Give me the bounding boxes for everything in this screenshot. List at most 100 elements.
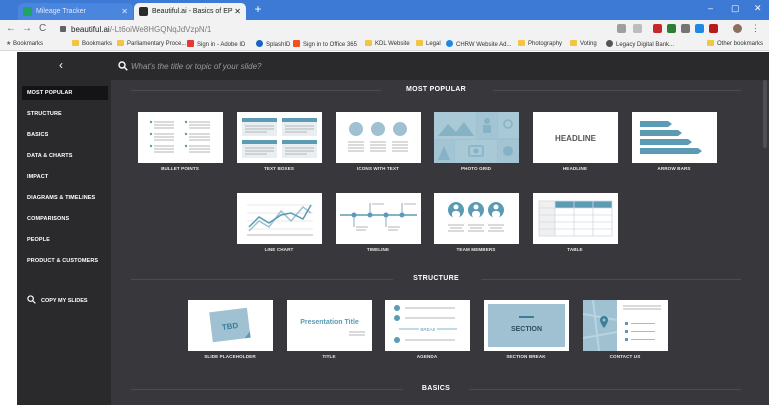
card-label-line-chart: LINE CHART <box>264 247 294 252</box>
bookmark-item[interactable]: Voting <box>570 40 597 49</box>
forward-icon[interactable]: → <box>22 23 32 35</box>
bookmark-item[interactable]: Other bookmarks <box>707 40 763 49</box>
maximize-icon[interactable]: ▢ <box>731 3 740 14</box>
bookmark-item[interactable]: Legal <box>416 40 441 49</box>
lock-icon <box>60 26 66 32</box>
bookmark-item[interactable]: CHRW Website Ad... <box>446 40 511 50</box>
title-thumbnail: Presentation Title <box>300 319 365 336</box>
svg-text:Presentation Title: Presentation Title <box>300 319 359 326</box>
bookmark-item[interactable]: Legacy Digital Bank... <box>606 40 674 50</box>
template-card-arrow-bars[interactable] <box>632 112 717 163</box>
card-label-table: TABLE <box>567 247 583 252</box>
search-input[interactable] <box>131 58 531 74</box>
card-label-arrow-bars: ARROW BARS <box>657 166 691 171</box>
category-product-customers[interactable]: PRODUCT & CUSTOMERS <box>22 254 108 268</box>
template-card-team-members[interactable] <box>434 193 519 244</box>
template-card-section-break[interactable]: SECTION <box>484 300 569 351</box>
category-impact[interactable]: IMPACT <box>22 170 108 184</box>
tab-title: Beautiful.ai - Basics of EP <box>152 8 233 15</box>
template-card-line-chart[interactable] <box>237 193 322 244</box>
extension-icon[interactable] <box>681 24 690 33</box>
icons-with-text-thumbnail <box>348 122 408 152</box>
card-label-team-members: TEAM MEMBERS <box>456 247 496 252</box>
card-label-icons-with-text: ICONS WITH TEXT <box>356 166 400 171</box>
template-card-photo-grid[interactable] <box>434 112 519 163</box>
card-label-text-boxes: TEXT BOXES <box>263 166 295 171</box>
category-data-charts[interactable]: DATA & CHARTS <box>22 149 108 163</box>
team-members-thumbnail <box>448 202 504 232</box>
back-icon[interactable]: ← <box>6 23 16 35</box>
extension-icon[interactable] <box>667 24 676 33</box>
copy-my-slides-label: COPY MY SLIDES <box>41 298 88 304</box>
contact-us-thumbnail <box>583 300 661 351</box>
template-card-icons-with-text[interactable] <box>336 112 421 163</box>
extension-icon[interactable] <box>695 24 704 33</box>
url-field[interactable]: beautiful.ai/-Lt6oiWe8HGQNqJdVzpN/1 <box>60 23 620 36</box>
bookmark-item[interactable]: SplashID <box>256 40 290 50</box>
category-structure[interactable]: STRUCTURE <box>22 107 108 121</box>
scrollbar[interactable] <box>763 80 767 148</box>
template-card-agenda[interactable]: BREAK <box>385 300 470 351</box>
category-comparisons[interactable]: COMPARISONS <box>22 212 108 226</box>
section-header-structure: STRUCTURE <box>131 274 741 284</box>
card-label-agenda: AGENDA <box>416 354 438 359</box>
star-icon[interactable] <box>633 24 642 33</box>
template-card-title[interactable]: Presentation Title <box>287 300 372 351</box>
back-chevron-icon[interactable]: ‹ <box>59 59 63 71</box>
tab-favicon <box>23 7 32 16</box>
tab-close-icon[interactable]: ✕ <box>234 3 241 20</box>
menu-icon[interactable]: ⋮ <box>751 24 760 33</box>
section-title: MOST POPULAR <box>406 86 466 93</box>
section-title: STRUCTURE <box>413 275 459 282</box>
bookmark-item[interactable]: Sign in - Adobe ID <box>187 40 245 50</box>
extension-icon[interactable] <box>617 24 626 33</box>
bookmark-item[interactable]: Photography <box>518 40 562 49</box>
template-gallery: MOST POPULAR BULLET POINTS TEXT BOXES IC… <box>111 80 769 405</box>
card-label-contact-us: CONTACT US <box>609 354 641 359</box>
template-card-bullet-points[interactable] <box>138 112 223 163</box>
template-card-headline[interactable]: HEADLINE <box>533 112 618 163</box>
template-card-contact-us[interactable] <box>583 300 668 351</box>
tab-title: Mileage Tracker <box>36 8 86 15</box>
extension-icon[interactable] <box>653 24 662 33</box>
section-header-basics: BASICS <box>131 384 741 394</box>
svg-text:BREAK: BREAK <box>420 327 435 332</box>
card-label-headline: HEADLINE <box>562 166 588 171</box>
bookmarks-bar: ★ Bookmarks Bookmarks Parliamentary Proc… <box>0 38 769 51</box>
category-basics[interactable]: BASICS <box>22 128 108 142</box>
category-list: MOST POPULAR STRUCTURE BASICS DATA & CHA… <box>22 86 108 275</box>
address-bar: ← → C beautiful.ai/-Lt6oiWe8HGQNqJdVzpN/… <box>0 20 769 38</box>
minimize-icon[interactable]: – <box>708 3 713 13</box>
table-thumbnail <box>538 200 613 237</box>
bookmarks-star[interactable]: ★ Bookmarks <box>6 40 43 49</box>
template-card-text-boxes[interactable] <box>237 112 322 163</box>
browser-tab-active[interactable]: Beautiful.ai - Basics of EP ✕ <box>134 3 246 20</box>
bookmark-item[interactable]: KDL Website <box>365 40 410 49</box>
new-tab-icon[interactable]: + <box>252 3 264 15</box>
tab-close-icon[interactable]: ✕ <box>121 3 128 20</box>
slide-placeholder-thumbnail: TBD <box>209 307 251 343</box>
agenda-thumbnail: BREAK <box>394 305 457 343</box>
copy-my-slides-link[interactable]: COPY MY SLIDES <box>27 295 88 304</box>
category-people[interactable]: PEOPLE <box>22 233 108 247</box>
extension-icon[interactable] <box>709 24 718 33</box>
arrow-bars-thumbnail <box>640 121 702 154</box>
profile-avatar-icon[interactable] <box>733 24 742 33</box>
bookmark-item[interactable]: Bookmarks <box>72 40 112 49</box>
bookmark-item[interactable]: Parliamentary Proce... <box>117 40 186 49</box>
window-close-icon[interactable]: ✕ <box>754 3 762 14</box>
browser-tab-inactive[interactable]: Mileage Tracker ✕ <box>18 3 133 20</box>
svg-text:SECTION: SECTION <box>511 326 542 333</box>
photo-grid-thumbnail <box>434 112 519 163</box>
slide-template-picker: ‹ MOST POPULAR STRUCTURE BASICS DATA & C… <box>17 52 769 405</box>
template-card-timeline[interactable] <box>336 193 421 244</box>
tab-favicon <box>139 7 148 16</box>
template-card-table[interactable] <box>533 193 618 244</box>
category-most-popular[interactable]: MOST POPULAR <box>22 86 108 100</box>
card-label-title: TITLE <box>322 354 336 359</box>
reload-icon[interactable]: C <box>39 23 46 35</box>
category-diagrams-timelines[interactable]: DIAGRAMS & TIMELINES <box>22 191 108 205</box>
template-card-slide-placeholder[interactable]: TBD <box>188 300 273 351</box>
bookmark-item[interactable]: Sign in to Office 365 <box>293 40 357 50</box>
card-label-bullet-points: BULLET POINTS <box>161 166 199 171</box>
